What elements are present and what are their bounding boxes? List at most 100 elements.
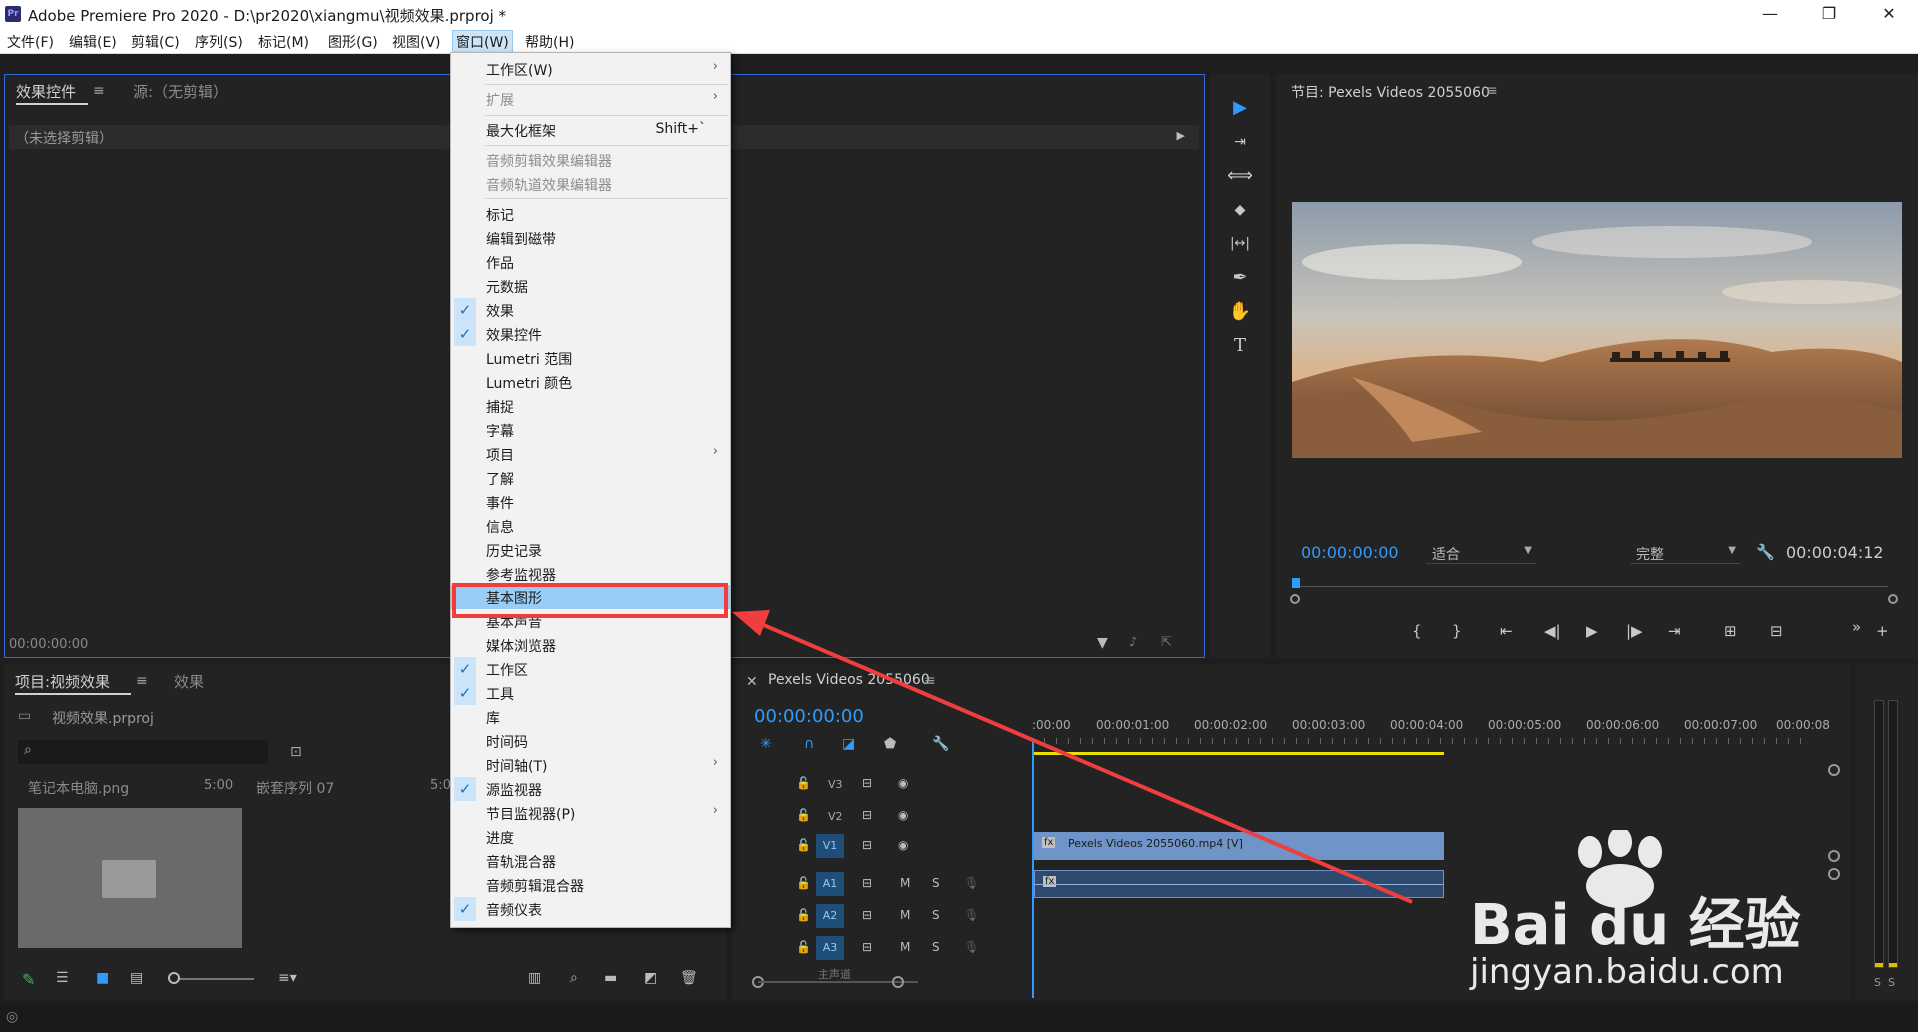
window-menu-item[interactable]: 标记 — [451, 202, 730, 226]
panel-menu-icon[interactable]: ≡ — [93, 83, 105, 99]
sync-lock-icon[interactable]: ⊟ — [862, 776, 872, 790]
step-back-icon[interactable]: ◀| — [1544, 622, 1561, 640]
eye-icon[interactable]: ◉ — [898, 776, 908, 790]
window-menu-item[interactable]: 项目 › — [451, 442, 730, 466]
zoom-handle-right[interactable] — [1888, 594, 1898, 604]
razor-tool-icon[interactable]: ◆ — [1226, 196, 1254, 224]
menu-view[interactable]: 视图(V) — [389, 32, 444, 52]
track-label-a1[interactable]: A1 — [816, 872, 844, 896]
tab-source[interactable]: 源:（无剪辑） — [133, 81, 228, 102]
linked-selection-icon[interactable]: ◪ — [842, 736, 855, 752]
menu-sequence[interactable]: 序列(S) — [192, 32, 246, 52]
program-current-timecode[interactable]: 00:00:00:00 — [1301, 543, 1399, 562]
mute-button[interactable]: M — [900, 876, 910, 890]
window-menu-item[interactable]: 音轨混合器 — [451, 849, 730, 873]
v-zoom-handle[interactable] — [1828, 868, 1840, 880]
window-menu-item[interactable]: 节目监视器(P) › — [451, 801, 730, 825]
solo-button[interactable]: S — [932, 908, 940, 922]
window-menu-item[interactable]: ✓ 工作区 — [451, 657, 730, 681]
window-menu-item[interactable]: 历史记录 — [451, 538, 730, 562]
window-menu-item[interactable]: 时间轴(T) › — [451, 753, 730, 777]
more-controls-icon[interactable]: » — [1852, 618, 1861, 636]
play-icon[interactable]: ▶ — [1586, 622, 1598, 640]
tab-effect-controls[interactable]: 效果控件 — [16, 81, 76, 102]
pen-tool-icon[interactable]: ✒ — [1226, 264, 1254, 292]
program-monitor-title[interactable]: 节目: Pexels Videos 2055060 — [1291, 82, 1490, 102]
video-clip[interactable]: fx Pexels Videos 2055060.mp4 [V] — [1034, 832, 1444, 860]
lift-icon[interactable]: ⊞ — [1724, 622, 1737, 640]
microphone-icon[interactable]: 🎙 — [964, 940, 979, 954]
v-zoom-handle[interactable] — [1828, 850, 1840, 862]
track-label-v3[interactable]: V3 — [828, 778, 843, 791]
window-menu-item[interactable]: 工作区(W) › — [451, 57, 730, 81]
window-menu-item[interactable]: 最大化框架 Shift+` — [451, 118, 730, 142]
freeform-view-icon[interactable]: ▤ — [130, 970, 143, 986]
tab-project[interactable]: 项目:视频效果 — [15, 671, 110, 692]
close-sequence-icon[interactable]: ✕ — [746, 674, 758, 690]
window-menu-item[interactable]: 进度 — [451, 825, 730, 849]
menu-marker[interactable]: 标记(M) — [255, 32, 312, 52]
clear-icon[interactable]: 🗑 — [680, 970, 698, 986]
menu-window[interactable]: 窗口(W) — [452, 30, 513, 54]
playhead-marker[interactable] — [1292, 578, 1300, 588]
minimize-button[interactable]: — — [1747, 0, 1793, 28]
lock-icon[interactable]: 🔓 — [796, 876, 811, 890]
lock-icon[interactable]: 🔓 — [796, 838, 811, 852]
window-menu-item[interactable]: ✓ 效果控件 — [451, 322, 730, 346]
project-menu-icon[interactable]: ≡ — [136, 673, 148, 689]
mark-in-icon[interactable]: { — [1412, 622, 1422, 640]
window-menu-item[interactable]: ✓ 音频仪表 — [451, 897, 730, 921]
quality-dropdown[interactable]: 完整 ▼ — [1630, 542, 1740, 564]
zoom-handle-left[interactable] — [1290, 594, 1300, 604]
sync-lock-icon[interactable]: ⊟ — [862, 838, 872, 852]
window-menu-item[interactable]: 时间码 — [451, 729, 730, 753]
menu-clip[interactable]: 剪辑(C) — [128, 32, 183, 52]
window-menu-item[interactable]: 字幕 — [451, 418, 730, 442]
sync-lock-icon[interactable]: ⊟ — [862, 876, 872, 890]
timeline-timecode[interactable]: 00:00:00:00 — [754, 706, 864, 727]
new-item-icon[interactable]: ◩ — [644, 970, 657, 986]
window-menu-item[interactable]: 音频剪辑混合器 — [451, 873, 730, 897]
sync-lock-icon[interactable]: ⊟ — [862, 808, 872, 822]
search-input[interactable]: ⌕ — [18, 740, 268, 764]
h-zoom-handle-right[interactable] — [892, 976, 904, 988]
add-marker-icon[interactable]: ⬟ — [884, 736, 896, 752]
export-icon[interactable]: ⇱ — [1161, 635, 1172, 650]
window-menu-item[interactable]: 编辑到磁带 — [451, 226, 730, 250]
ripple-edit-tool-icon[interactable]: ⟺ — [1226, 162, 1254, 190]
creative-cloud-icon[interactable]: ◎ — [6, 1009, 18, 1025]
project-item-name[interactable]: 笔记本电脑.png — [28, 778, 129, 798]
zoom-slider-handle[interactable] — [168, 972, 180, 984]
playback-scrubber[interactable] — [1296, 586, 1888, 587]
solo-right-button[interactable]: S — [1888, 976, 1895, 989]
restore-button[interactable]: ❐ — [1806, 0, 1852, 28]
window-menu-item[interactable]: 了解 — [451, 466, 730, 490]
track-label-a3[interactable]: A3 — [816, 936, 844, 960]
lock-icon[interactable]: 🔓 — [796, 776, 811, 790]
lock-icon[interactable]: 🔓 — [796, 940, 811, 954]
track-select-tool-icon[interactable]: ⇥ — [1226, 128, 1254, 156]
work-area-bar[interactable] — [1032, 752, 1444, 755]
v-zoom-handle[interactable] — [1828, 764, 1840, 776]
settings-wrench-icon[interactable]: 🔧 — [1756, 543, 1775, 561]
hand-tool-icon[interactable]: ✋ — [1226, 298, 1254, 326]
menu-file[interactable]: 文件(F) — [4, 32, 57, 52]
track-label-a2[interactable]: A2 — [816, 904, 844, 928]
window-menu-item[interactable]: 捕捉 — [451, 394, 730, 418]
sort-icon[interactable]: ≡▾ — [278, 970, 297, 986]
eye-icon[interactable]: ◉ — [898, 838, 908, 852]
extract-icon[interactable]: ⊟ — [1770, 622, 1783, 640]
mark-out-icon[interactable]: } — [1452, 622, 1462, 640]
mute-button[interactable]: M — [900, 908, 910, 922]
automate-sequence-icon[interactable]: ▥ — [528, 970, 541, 986]
lock-icon[interactable]: 🔓 — [796, 808, 811, 822]
list-view-icon[interactable]: ☰ — [56, 970, 69, 986]
solo-left-button[interactable]: S — [1874, 976, 1881, 989]
icon-view-icon[interactable]: ■ — [96, 970, 109, 986]
window-menu-item[interactable]: 信息 — [451, 514, 730, 538]
write-on-icon[interactable]: ✎ — [22, 970, 35, 989]
expand-arrow-icon[interactable]: ▶ — [1177, 129, 1185, 142]
track-label-v2[interactable]: V2 — [828, 810, 843, 823]
type-tool-icon[interactable]: T — [1226, 332, 1254, 360]
program-menu-icon[interactable]: ≡ — [1486, 83, 1498, 99]
